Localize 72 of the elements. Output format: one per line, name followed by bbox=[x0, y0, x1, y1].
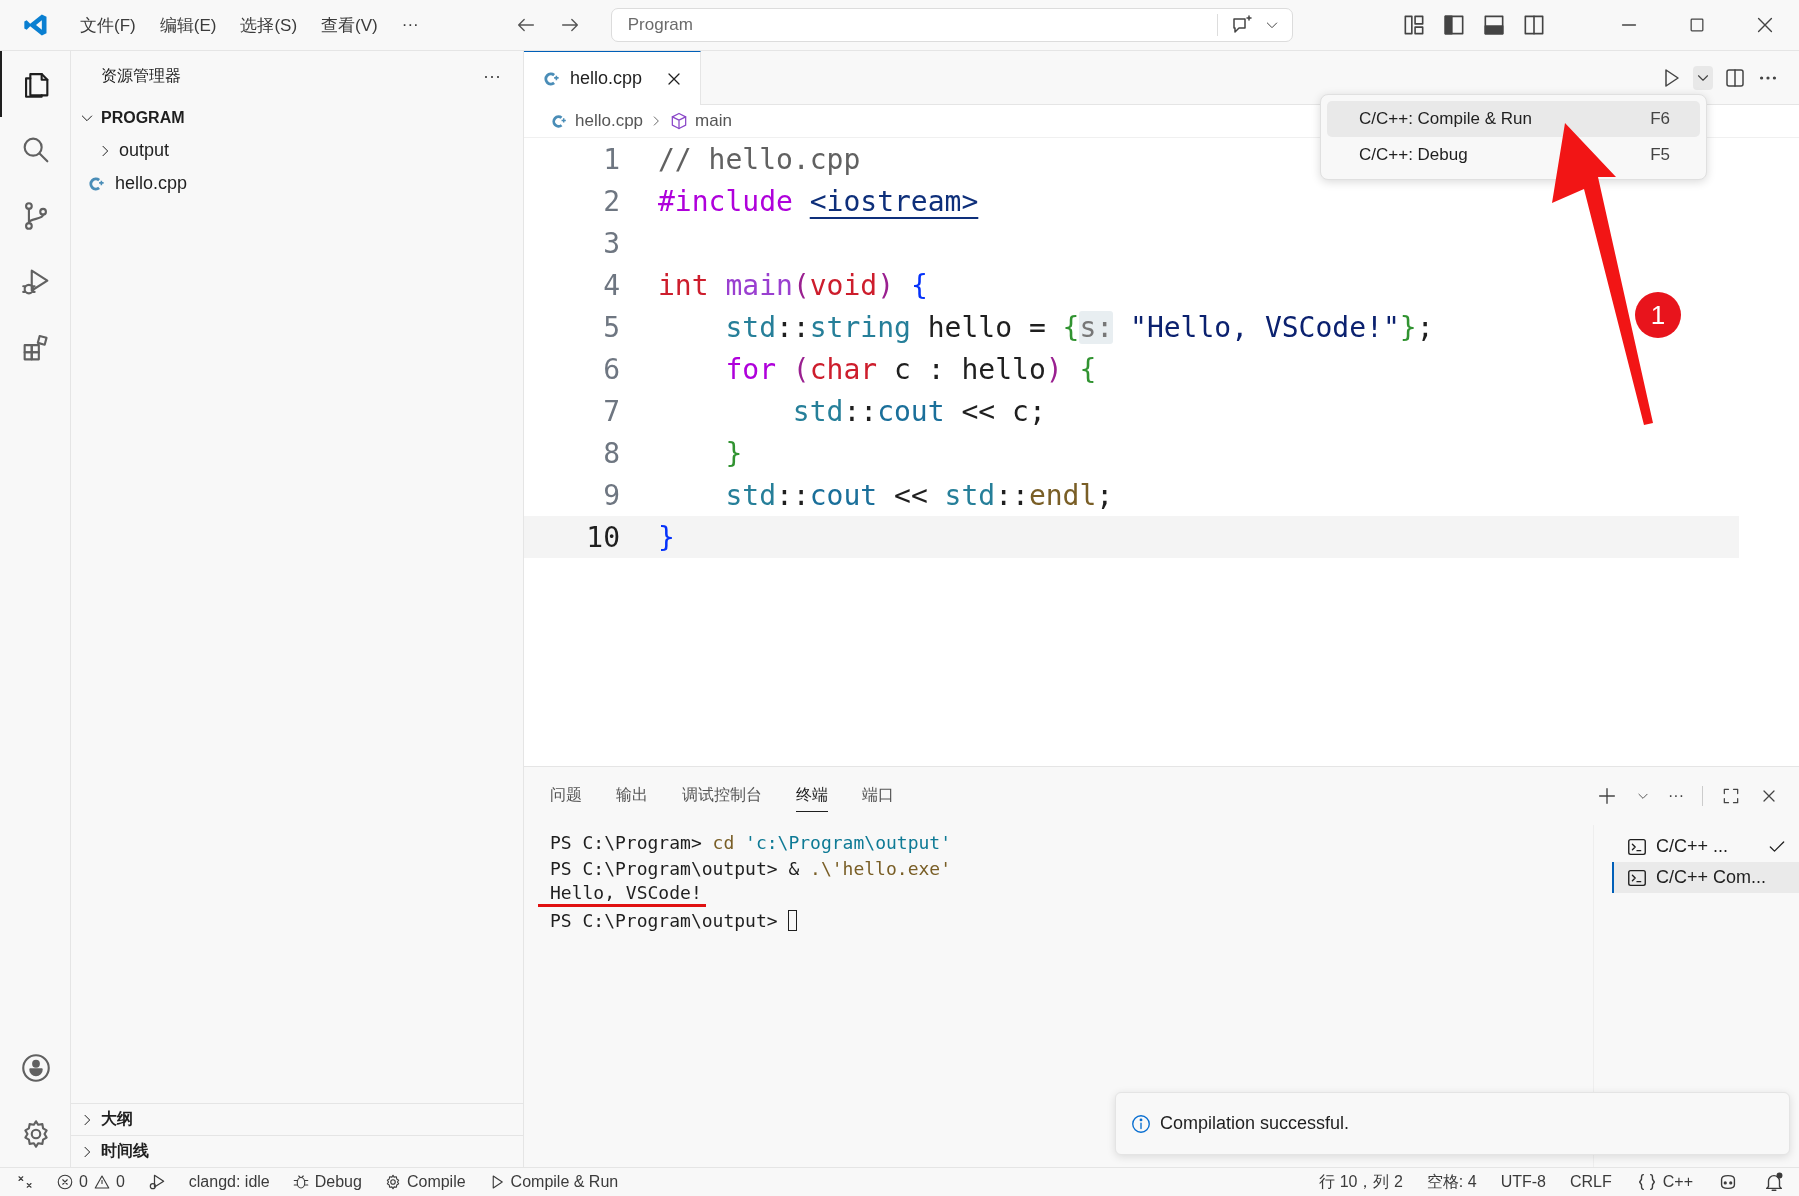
info-icon bbox=[1130, 1112, 1152, 1135]
status-item[interactable]: 空格: 4 bbox=[1426, 1171, 1477, 1193]
panel-tab[interactable]: 输出 bbox=[616, 780, 648, 812]
line-number: 10 bbox=[585, 520, 621, 554]
status-item[interactable]: UTF-8 bbox=[1500, 1173, 1546, 1191]
menu-item[interactable]: 文件(F) bbox=[68, 7, 148, 43]
line-number: 4 bbox=[602, 268, 621, 302]
cpp-file-icon bbox=[89, 174, 107, 193]
code-line: for (char c : hello) { bbox=[724, 352, 1097, 386]
tree-item[interactable]: hello.cpp bbox=[71, 167, 523, 200]
panel-tab[interactable]: 终端 bbox=[796, 780, 828, 812]
breadcrumb[interactable]: main bbox=[695, 111, 732, 131]
cpp-file-icon bbox=[544, 69, 562, 88]
tree-item[interactable]: output bbox=[71, 134, 523, 167]
status-item[interactable]: clangd: idle bbox=[188, 1173, 270, 1191]
terminal-line: PS C:\Program\output> bbox=[550, 909, 779, 931]
code-line: std::cout << std::endl; bbox=[724, 478, 1114, 512]
line-number: 9 bbox=[602, 478, 621, 512]
status-item[interactable]: 行 10，列 2 bbox=[1319, 1171, 1403, 1193]
line-number: 8 bbox=[602, 436, 621, 470]
notification-message: Compilation successful. bbox=[1160, 1113, 1350, 1134]
panel-tab[interactable]: 调试控制台 bbox=[682, 780, 762, 812]
editor-tab[interactable]: hello.cpp bbox=[524, 51, 702, 105]
language-status[interactable]: C++ bbox=[1635, 1171, 1693, 1193]
section-header[interactable]: 时间线 bbox=[71, 1135, 523, 1167]
panel-tab[interactable]: 端口 bbox=[862, 780, 894, 812]
line-number: 1 bbox=[602, 142, 621, 176]
problems-status[interactable]: 0 0 bbox=[56, 1173, 125, 1191]
cpp-file-icon bbox=[552, 112, 569, 130]
panel-tab[interactable]: 问题 bbox=[550, 780, 582, 812]
warning-icon bbox=[92, 1173, 111, 1191]
menu-item[interactable]: ··· bbox=[389, 9, 431, 41]
compile-button[interactable]: Compile bbox=[383, 1173, 466, 1191]
code-line: std::cout << c; bbox=[791, 394, 1046, 428]
line-number: 6 bbox=[602, 352, 621, 386]
code-line: } bbox=[724, 436, 743, 470]
run-button[interactable]: Compile & Run bbox=[487, 1173, 619, 1191]
account-icon bbox=[19, 1051, 53, 1085]
more-button[interactable]: ··· bbox=[1668, 787, 1684, 805]
bell-icon[interactable] bbox=[1763, 1171, 1785, 1193]
status-item[interactable]: CRLF bbox=[1569, 1173, 1612, 1191]
menu-item[interactable]: 查看(V) bbox=[309, 7, 390, 43]
terminal-line: PS C:\Program> cd 'c:\Program\output' bbox=[550, 831, 951, 853]
menu-item[interactable]: 选择(S) bbox=[228, 7, 310, 43]
debug-button[interactable]: Debug bbox=[291, 1173, 362, 1191]
bug-icon bbox=[291, 1173, 310, 1191]
line-number: 2 bbox=[602, 184, 621, 218]
menu-item[interactable]: 编辑(E) bbox=[147, 7, 229, 43]
sidebar-title: 资源管理器 bbox=[101, 65, 181, 86]
menu-option[interactable]: C/C++: Compile & Run F6 bbox=[1327, 101, 1700, 137]
line-number: 7 bbox=[602, 394, 621, 428]
line-number: 5 bbox=[602, 310, 621, 344]
section-header[interactable]: 大纲 bbox=[71, 1103, 523, 1135]
code-line: } bbox=[658, 520, 675, 554]
code-line: std::string hello = {s: "Hello, VSCode!"}; bbox=[724, 310, 1434, 344]
maximize-panel-icon[interactable] bbox=[1721, 786, 1741, 806]
code-line: int main(void) { bbox=[658, 268, 928, 302]
more-button[interactable]: ··· bbox=[483, 65, 501, 87]
tree-item[interactable]: PROGRAM bbox=[71, 101, 523, 134]
add-icon[interactable] bbox=[1596, 785, 1618, 807]
terminal-line: PS C:\Program\output> & .\'hello.exe' bbox=[550, 857, 951, 879]
code-line: #include <iostream> bbox=[658, 184, 979, 218]
menu-option[interactable]: C/C++: Debug F5 bbox=[1327, 137, 1700, 173]
command-center-field[interactable]: Program bbox=[625, 14, 1217, 36]
error-icon bbox=[56, 1173, 74, 1191]
terminal-line: Hello, VSCode! bbox=[538, 881, 706, 907]
line-number: 3 bbox=[602, 226, 621, 260]
code-line: // hello.cpp bbox=[658, 142, 861, 176]
breadcrumb[interactable]: hello.cpp bbox=[575, 111, 644, 131]
terminal-list-item[interactable]: C/C++ Com... bbox=[1612, 862, 1799, 893]
command-center[interactable]: Program bbox=[610, 8, 1293, 42]
terminal-list-item[interactable]: C/C++ ... bbox=[1612, 831, 1799, 862]
